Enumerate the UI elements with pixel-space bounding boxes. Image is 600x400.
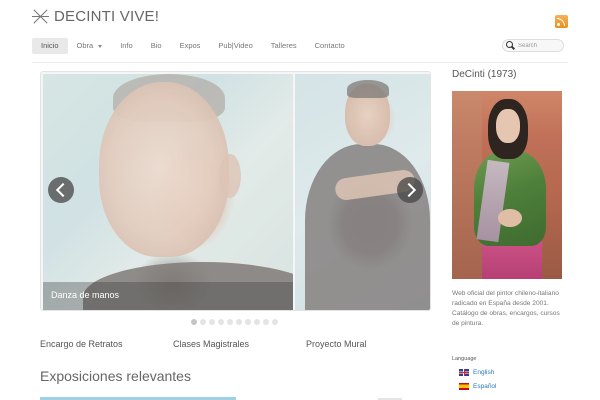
nav-item-info[interactable]: Info: [111, 38, 142, 54]
slider-dot[interactable]: [272, 319, 278, 325]
language-option-english[interactable]: English: [459, 369, 494, 376]
feature-link-clases[interactable]: Clases Magistrales: [173, 339, 249, 349]
rss-feed-icon[interactable]: [555, 15, 568, 28]
slider-dot[interactable]: [191, 319, 197, 325]
search-input[interactable]: [518, 42, 564, 49]
slider-dot[interactable]: [263, 319, 269, 325]
slider-dot[interactable]: [200, 319, 206, 325]
image-slider: Danza de manos: [40, 71, 431, 311]
main-nav: Inicio Obra Info Bio Expos Pub|Video Tal…: [32, 38, 354, 54]
uk-flag-icon: [459, 369, 469, 376]
feature-link-mural[interactable]: Proyecto Mural: [306, 339, 367, 349]
exhibitions-heading: Exposiciones relevantes: [40, 368, 191, 384]
language-option-espanol[interactable]: Español: [459, 383, 497, 390]
chevron-down-icon: [98, 44, 103, 48]
slider-dot[interactable]: [218, 319, 224, 325]
nav-item-contacto[interactable]: Contacto: [306, 38, 354, 54]
nav-item-obra-label: Obra: [76, 41, 94, 50]
search-icon[interactable]: [506, 41, 515, 50]
slider-dot[interactable]: [236, 319, 242, 325]
language-widget-title: Language: [452, 356, 477, 362]
slider-dot[interactable]: [209, 319, 215, 325]
language-label: English: [473, 369, 495, 376]
slider-next-arrow-icon[interactable]: [397, 177, 423, 203]
slider-pagination: [191, 319, 278, 325]
nav-item-obra[interactable]: Obra: [68, 38, 112, 54]
nav-item-talleres[interactable]: Talleres: [262, 38, 306, 54]
nav-item-bio[interactable]: Bio: [142, 38, 171, 54]
site-title[interactable]: DECINTI VIVE!: [54, 8, 159, 25]
spain-flag-icon: [459, 383, 469, 390]
site-logo[interactable]: DECINTI VIVE!: [32, 8, 159, 25]
nav-item-expos[interactable]: Expos: [171, 38, 210, 54]
slide-caption[interactable]: Danza de manos: [43, 282, 293, 310]
nav-item-inicio[interactable]: Inicio: [32, 38, 68, 54]
slider-dot[interactable]: [227, 319, 233, 325]
nav-divider: [32, 62, 568, 63]
slider-dot[interactable]: [254, 319, 260, 325]
nav-item-pub-video[interactable]: Pub|Video: [209, 38, 261, 54]
slide-caption-text: Danza de manos: [51, 290, 120, 300]
language-label: Español: [473, 383, 497, 390]
sidebar-title: DeCinti (1973): [452, 69, 517, 80]
search-box[interactable]: [502, 39, 564, 52]
slider-prev-arrow-icon[interactable]: [48, 177, 74, 203]
artist-portrait-image[interactable]: [452, 91, 562, 279]
feature-link-retratos[interactable]: Encargo de Retratos: [40, 339, 123, 349]
sidebar-description: Web oficial del pintor chileno-italiano …: [452, 290, 560, 327]
logo-mark-icon: [32, 8, 49, 25]
slider-dot[interactable]: [245, 319, 251, 325]
slide-painting-portrait[interactable]: [43, 74, 293, 310]
